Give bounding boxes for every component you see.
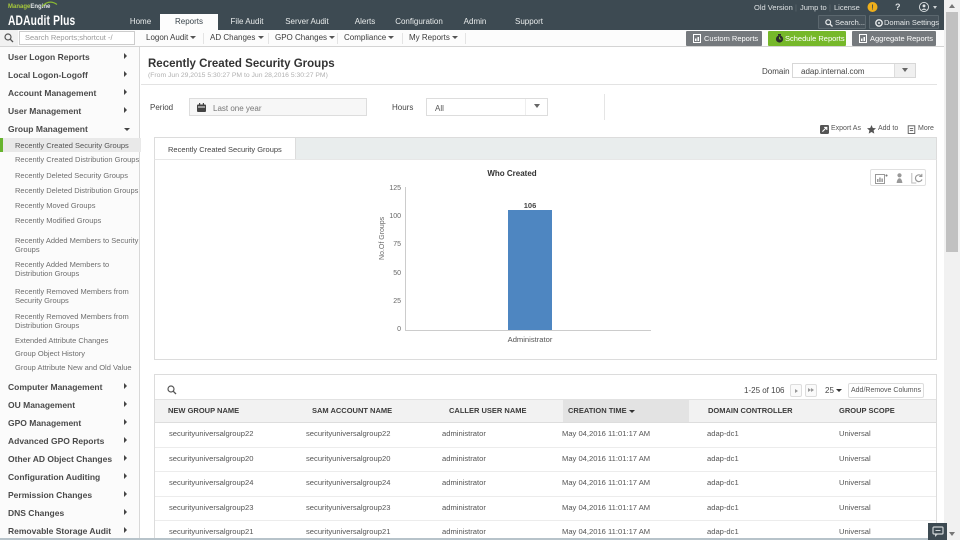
svg-text:!: !: [871, 5, 873, 12]
